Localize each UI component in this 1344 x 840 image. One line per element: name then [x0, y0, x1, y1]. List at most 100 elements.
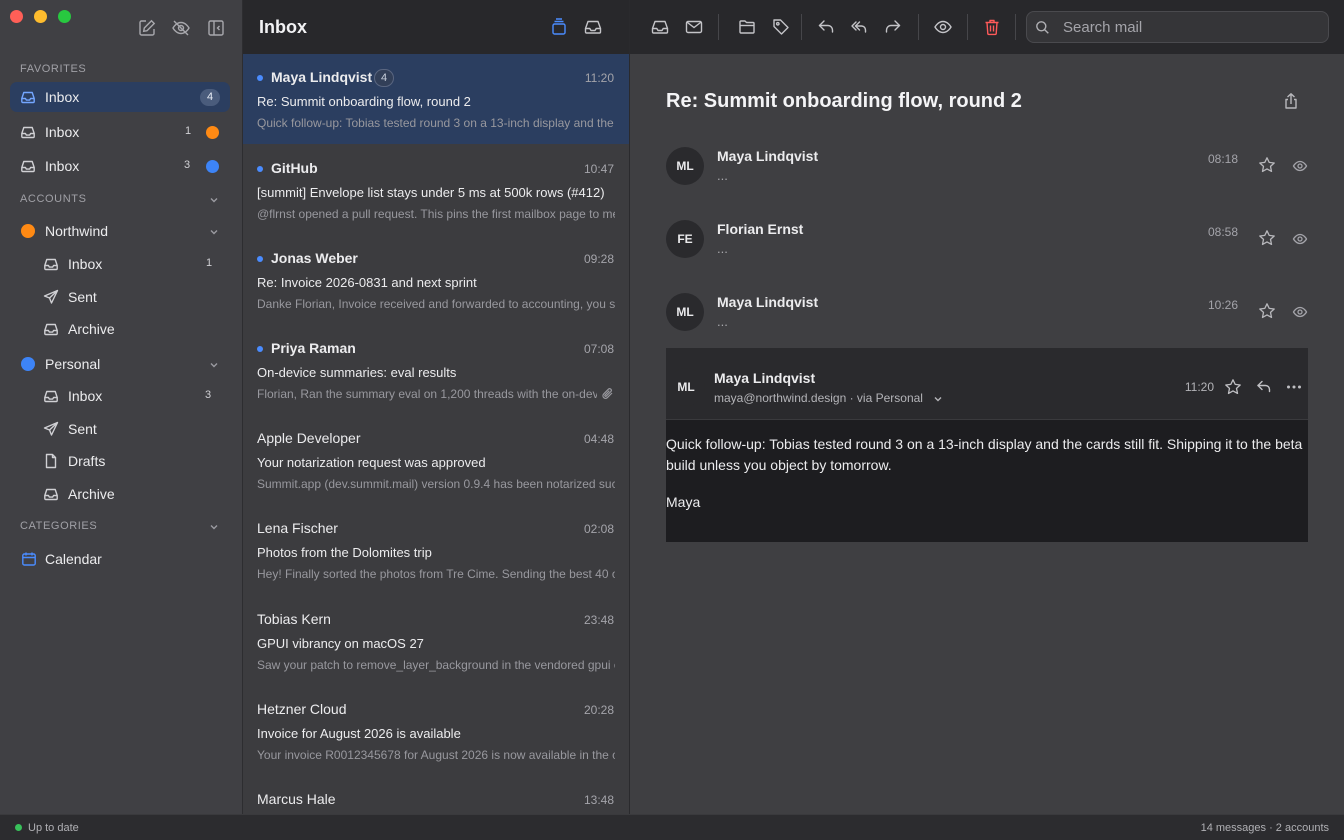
- open-message-sender-details[interactable]: maya@northwind.design · via Personal: [714, 391, 923, 405]
- chevron-down-icon[interactable]: [208, 521, 220, 533]
- message-preview: Danke Florian, Invoice received and forw…: [257, 297, 615, 311]
- reply-icon[interactable]: [816, 17, 836, 37]
- account-personal[interactable]: Personal: [10, 349, 230, 379]
- avatar: ML: [666, 293, 704, 331]
- sidebar-item-northwind-inbox[interactable]: Inbox 1: [10, 249, 230, 279]
- share-icon[interactable]: [1282, 92, 1300, 110]
- hide-icon[interactable]: [171, 18, 191, 38]
- inbox-icon: [20, 158, 36, 174]
- thread-message-sender: Maya Lindqvist: [717, 148, 819, 164]
- close-window-button[interactable]: [10, 10, 23, 23]
- chevron-down-icon[interactable]: [208, 359, 220, 371]
- sidebar-toggle-icon[interactable]: [206, 18, 226, 38]
- accounts-section-label: ACCOUNTS: [20, 193, 87, 205]
- unread-count: 1: [185, 125, 192, 137]
- message-subject: Re: Invoice 2026-0831 and next sprint: [257, 275, 477, 290]
- star-icon[interactable]: [1258, 229, 1276, 247]
- sidebar-item-northwind-sent[interactable]: Sent: [10, 282, 230, 312]
- message-row[interactable]: Tobias Kern 23:48 GPUI vibrancy on macOS…: [243, 596, 629, 686]
- open-message-time: 11:20: [1184, 380, 1214, 394]
- eye-icon[interactable]: [1292, 158, 1308, 174]
- account-name: Personal: [45, 356, 101, 372]
- sidebar-item-northwind-archive[interactable]: Archive: [10, 314, 230, 344]
- folder-icon[interactable]: [737, 17, 757, 37]
- message-subject: GPUI vibrancy on macOS 27: [257, 636, 424, 651]
- avatar: FE: [666, 220, 704, 258]
- message-time: 13:48: [583, 793, 614, 807]
- message-row[interactable]: Maya Lindqvist 4 11:20 Re: Summit onboar…: [243, 54, 629, 144]
- unread-count: 1: [206, 257, 213, 269]
- message-row[interactable]: GitHub 10:47 [summit] Envelope list stay…: [243, 145, 629, 235]
- message-toolbar: [630, 0, 1344, 54]
- search-icon: [1035, 20, 1050, 35]
- message-time: 04:48: [583, 432, 614, 446]
- thread-message-time: 08:58: [1207, 225, 1238, 239]
- chevron-down-icon[interactable]: [208, 226, 220, 238]
- toolbar-divider: [1015, 14, 1016, 40]
- message-time: 10:47: [583, 162, 614, 176]
- thread-message-row[interactable]: ML Maya Lindqvist ... 10:26: [666, 292, 1308, 356]
- sync-status-text: Up to date: [28, 822, 79, 834]
- message-time: 09:28: [583, 252, 614, 266]
- thread-message-row[interactable]: FE Florian Ernst ... 08:58: [666, 219, 1308, 283]
- message-sender: Hetzner Cloud: [257, 701, 347, 717]
- search-box[interactable]: [1026, 11, 1329, 43]
- message-sender: Priya Raman: [271, 340, 356, 356]
- message-sender: Jonas Weber: [271, 250, 358, 266]
- message-row[interactable]: Hetzner Cloud 20:28 Invoice for August 2…: [243, 686, 629, 776]
- chevron-down-icon[interactable]: [208, 194, 220, 206]
- star-icon[interactable]: [1258, 302, 1276, 320]
- favorites-section-label: FAVORITES: [20, 63, 87, 75]
- search-input[interactable]: [1063, 15, 1313, 39]
- account-color-dot: [206, 126, 219, 139]
- zoom-window-button[interactable]: [58, 10, 71, 23]
- archive-icon: [43, 321, 59, 337]
- inbox-icon[interactable]: [583, 17, 603, 37]
- more-icon[interactable]: [1285, 378, 1303, 396]
- message-row[interactable]: Apple Developer 04:48 Your notarization …: [243, 415, 629, 505]
- star-icon[interactable]: [1258, 156, 1276, 174]
- forward-icon[interactable]: [883, 17, 903, 37]
- sidebar: FAVORITES Inbox 4 Inbox 1 Inbox 3 ACCOUN…: [0, 0, 242, 814]
- open-message-body: Quick follow-up: Tobias tested round 3 o…: [666, 436, 1303, 473]
- message-preview: @flrnst opened a pull request. This pins…: [257, 207, 615, 221]
- unread-dot: [257, 75, 263, 81]
- sidebar-item-personal-inbox[interactable]: Inbox 3: [10, 381, 230, 411]
- toolbar-divider: [801, 14, 802, 40]
- chevron-down-icon[interactable]: [932, 393, 944, 405]
- categories-section-label: CATEGORIES: [20, 520, 98, 532]
- mail-icon[interactable]: [684, 17, 704, 37]
- sidebar-item-personal-inbox-favorite[interactable]: Inbox 3: [10, 151, 230, 181]
- message-row[interactable]: Jonas Weber 09:28 Re: Invoice 2026-0831 …: [243, 235, 629, 325]
- tag-icon[interactable]: [771, 17, 791, 37]
- toolbar-divider: [718, 14, 719, 40]
- unread-badge: 4: [200, 89, 220, 106]
- unread-dot: [257, 166, 263, 172]
- stack-icon[interactable]: [549, 17, 569, 37]
- trash-icon[interactable]: [982, 17, 1002, 37]
- avatar: ML: [666, 147, 704, 185]
- eye-icon[interactable]: [933, 17, 953, 37]
- sidebar-item-calendar[interactable]: Calendar: [10, 544, 230, 574]
- reply-all-icon[interactable]: [849, 17, 869, 37]
- sidebar-item-northwind-inbox-favorite[interactable]: Inbox 1: [10, 117, 230, 147]
- sidebar-item-personal-drafts[interactable]: Drafts: [10, 446, 230, 476]
- mail-app-window: FAVORITES Inbox 4 Inbox 1 Inbox 3 ACCOUN…: [0, 0, 1344, 840]
- star-icon[interactable]: [1224, 378, 1242, 396]
- eye-icon[interactable]: [1292, 231, 1308, 247]
- archive-icon[interactable]: [650, 17, 670, 37]
- message-row[interactable]: Priya Raman 07:08 On-device summaries: e…: [243, 325, 629, 415]
- compose-icon[interactable]: [137, 18, 157, 38]
- sidebar-item-favorite-inbox[interactable]: Inbox 4: [10, 82, 230, 112]
- sidebar-item-personal-archive[interactable]: Archive: [10, 479, 230, 509]
- minimize-window-button[interactable]: [34, 10, 47, 23]
- calendar-icon: [21, 551, 37, 567]
- reply-icon[interactable]: [1255, 378, 1273, 396]
- eye-icon[interactable]: [1292, 304, 1308, 320]
- sent-icon: [43, 421, 59, 437]
- account-northwind[interactable]: Northwind: [10, 216, 230, 246]
- sidebar-item-personal-sent[interactable]: Sent: [10, 414, 230, 444]
- thread-message-row[interactable]: ML Maya Lindqvist ... 08:18: [666, 146, 1308, 210]
- message-row[interactable]: Marcus Hale 13:48: [243, 776, 629, 814]
- message-row[interactable]: Lena Fischer 02:08 Photos from the Dolom…: [243, 505, 629, 595]
